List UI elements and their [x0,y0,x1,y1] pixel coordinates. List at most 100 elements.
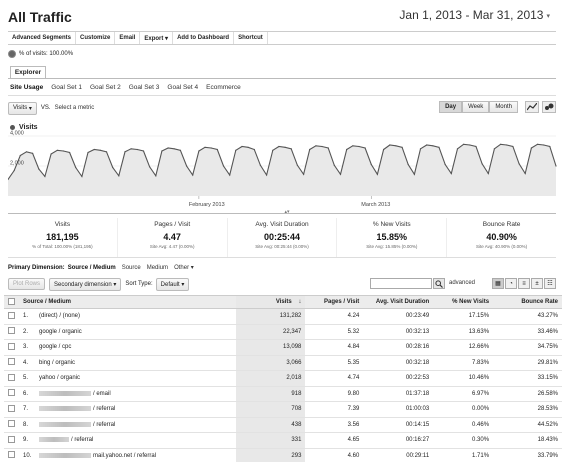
data-point[interactable] [493,148,495,150]
data-point[interactable] [130,148,132,150]
dimension-source[interactable]: Source [122,265,141,271]
motion-chart-icon[interactable] [542,101,556,113]
data-point[interactable] [25,151,28,153]
resize-handle[interactable]: ▴▾ [282,209,292,215]
data-point[interactable] [555,165,557,167]
data-point[interactable] [500,143,502,145]
data-point[interactable] [272,149,274,151]
data-point[interactable] [284,146,286,148]
email-button[interactable]: Email [115,32,141,44]
subtab-goal-set-2[interactable]: Goal Set 2 [90,84,121,91]
subtab-goal-set-3[interactable]: Goal Set 3 [129,84,160,91]
data-point[interactable] [266,174,268,176]
table-row[interactable]: 6. / email 918 9.80 01:37:18 6.97% 26.58% [4,386,562,402]
source-medium-link[interactable]: (direct) / (none) [39,313,80,319]
data-point[interactable] [75,166,77,169]
data-point[interactable] [136,148,138,151]
source-medium-link[interactable]: / referral [93,422,115,428]
row-checkbox[interactable] [8,389,15,397]
data-point[interactable] [56,149,58,151]
col-pages-per-visit[interactable]: Pages / Visit [305,295,364,309]
performance-view-icon[interactable]: ≡ [518,278,530,289]
data-point[interactable] [204,146,206,148]
data-point[interactable] [376,173,378,175]
col-new-visits[interactable]: % New Visits [433,295,494,309]
table-row[interactable]: 10. mail.yahoo.net / referral 293 4.60 00:29… [4,448,562,462]
date-range-picker[interactable]: Jan 1, 2013 - Mar 31, 2013 ▾ [399,8,550,22]
data-point[interactable] [290,148,292,150]
subtab-ecommerce[interactable]: Ecommerce [206,84,241,91]
week-button[interactable]: Week [462,101,490,113]
row-checkbox[interactable] [8,373,15,381]
data-point[interactable] [179,149,181,151]
data-point[interactable] [370,163,372,166]
sort-type-select[interactable]: Default ▾ [155,277,190,291]
data-point[interactable] [253,148,255,151]
data-point[interactable] [216,148,218,151]
subtab-goal-set-4[interactable]: Goal Set 4 [167,84,198,91]
dimension-source-medium[interactable]: Source / Medium [68,265,116,271]
col-visits[interactable]: Visits ↓ [235,295,306,309]
data-point[interactable] [222,165,225,167]
data-point[interactable] [315,145,317,147]
col-avg-visit-duration[interactable]: Avg. Visit Duration [363,295,434,309]
source-medium-link[interactable]: / referral [93,406,115,412]
source-medium-link[interactable]: bing / organic [39,360,75,366]
line-chart-icon[interactable] [525,101,539,113]
data-point[interactable] [463,143,465,145]
advanced-filter-link[interactable]: advanced [449,280,475,286]
data-point[interactable] [167,147,169,149]
row-checkbox[interactable] [8,311,15,319]
table-row[interactable]: 4. bing / organic 3,066 5.35 00:32:18 7.83% 29… [4,355,562,371]
data-point[interactable] [93,148,95,151]
data-point[interactable] [149,166,151,168]
row-checkbox[interactable] [8,435,15,443]
customize-button[interactable]: Customize [76,32,116,44]
subtab-site-usage[interactable]: Site Usage [10,84,43,91]
tab-explorer[interactable]: Explorer [10,66,46,78]
source-medium-link[interactable]: / email [93,391,111,397]
data-table-icon[interactable]: ▦ [492,278,504,289]
data-point[interactable] [278,145,280,148]
plot-rows-button[interactable]: Plot Rows [8,278,46,290]
pie-view-icon[interactable]: ◔ [505,278,517,289]
data-point[interactable] [105,151,108,153]
data-point[interactable] [352,145,354,147]
data-point[interactable] [401,146,403,148]
data-point[interactable] [50,153,52,155]
data-point[interactable] [475,145,477,148]
table-search-input[interactable] [370,278,432,289]
data-point[interactable] [19,154,21,157]
data-point[interactable] [419,148,422,150]
data-point[interactable] [358,145,360,148]
export-button[interactable]: Export ▾ [140,32,174,44]
dimension-other[interactable]: Other ▾ [174,264,194,271]
scorecard-visits[interactable]: Visits 181,195 % of Total: 100.00% (181,19… [8,218,118,257]
data-point[interactable] [32,152,34,154]
data-point[interactable] [321,145,323,148]
data-point[interactable] [210,147,212,149]
scorecard-avg-visit-duration[interactable]: Avg. Visit Duration 00:25:44 Site Avg: 00:… [228,218,338,257]
data-point[interactable] [69,151,71,154]
data-point[interactable] [346,148,348,151]
data-point[interactable] [444,163,446,166]
term-cloud-icon[interactable]: ☷ [544,278,556,289]
data-point[interactable] [173,148,175,150]
scorecard-new-visits[interactable]: % New Visits 15.85% Site Avg: 15.85% (0.00… [337,218,448,257]
data-point[interactable] [112,166,114,169]
add-to-dashboard-button[interactable]: Add to Dashboard [173,32,235,44]
row-checkbox[interactable] [8,327,15,335]
data-point[interactable] [407,163,409,166]
row-checkbox[interactable] [8,342,15,350]
subtab-goal-set-1[interactable]: Goal Set 1 [51,84,82,91]
data-point[interactable] [524,172,526,175]
data-point[interactable] [530,147,533,149]
row-checkbox[interactable] [8,451,15,459]
row-checkbox[interactable] [8,358,15,366]
table-row[interactable]: 5. yahoo / organic 2,018 4.74 00:22:53 10.46%… [4,370,562,387]
data-point[interactable] [259,164,261,166]
data-point[interactable] [44,175,46,178]
data-point[interactable] [247,146,249,148]
data-point[interactable] [327,147,329,149]
data-point[interactable] [438,146,440,148]
